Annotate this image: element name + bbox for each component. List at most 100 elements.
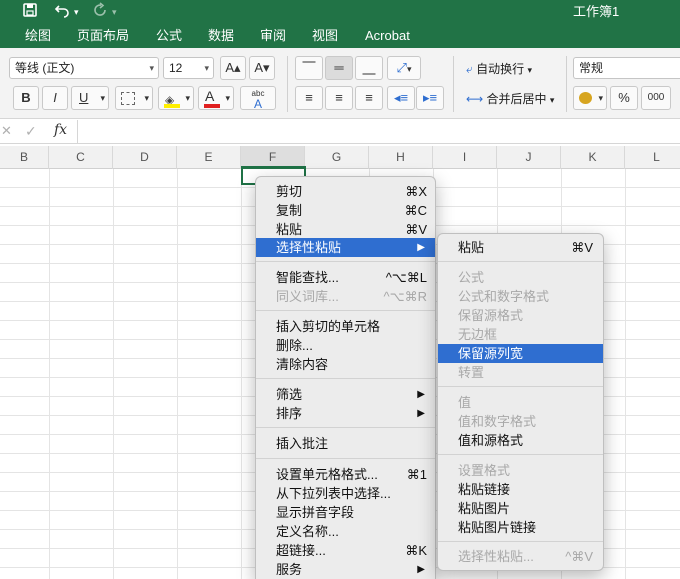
fill-color-button[interactable]: ◈ ▾ [158, 86, 194, 110]
font-color-button[interactable]: A ▾ [198, 86, 234, 110]
column-header[interactable]: I [433, 146, 497, 169]
decrease-indent-button[interactable]: ◂≡ [387, 86, 415, 110]
menu-item-show-phonetic[interactable]: 显示拼音字段 [256, 503, 435, 522]
menu-item-label: 超链接... [276, 543, 326, 558]
align-center-button[interactable]: ≡ [325, 86, 353, 110]
undo-icon[interactable] [54, 2, 70, 24]
menu-item-cut[interactable]: 剪切 ⌘X [256, 182, 435, 201]
submenu-item-paste-link[interactable]: 粘贴链接 [438, 480, 603, 499]
menu-item-label: 粘贴图片 [458, 501, 511, 516]
submenu-item-paste-picture[interactable]: 粘贴图片 [438, 499, 603, 518]
tab-draw[interactable]: 绘图 [25, 27, 51, 45]
save-icon[interactable] [22, 2, 38, 24]
tab-data[interactable]: 数据 [208, 27, 234, 45]
submenu-arrow-icon: ▶ [417, 564, 425, 575]
menu-item-define-name[interactable]: 定义名称... [256, 522, 435, 541]
function-icon[interactable]: fx [54, 122, 67, 138]
column-header[interactable]: G [305, 146, 369, 169]
font-name-select[interactable]: 等线 (正文) ▾ [9, 57, 159, 79]
submenu-item-paste[interactable]: 粘贴 ⌘V [438, 238, 603, 257]
tab-page-layout[interactable]: 页面布局 [77, 27, 129, 45]
italic-button[interactable]: I [42, 86, 68, 110]
dropdown-arrow-icon[interactable]: ▾ [74, 2, 79, 22]
align-top-button[interactable]: ⎺ [295, 56, 323, 80]
accounting-format-button[interactable]: ▾ [573, 86, 607, 110]
menu-item-label: 无边框 [458, 327, 498, 342]
chevron-down-icon: ▾ [549, 95, 555, 105]
menu-item-insert-comment[interactable]: 插入批注 [256, 434, 435, 453]
wrap-text-button[interactable]: ⤶ 自动换行 ▾ [466, 61, 532, 78]
column-header[interactable]: L [625, 146, 680, 169]
menu-item-services[interactable]: 服务 ▶ [256, 560, 435, 579]
shortcut-label: ⌘V [571, 240, 593, 255]
menu-item-label: 筛选 [276, 387, 303, 402]
menu-item-filter[interactable]: 筛选 ▶ [256, 385, 435, 404]
submenu-item-paste-picture-link[interactable]: 粘贴图片链接 [438, 518, 603, 537]
orientation-button[interactable]: ⤢▾ [387, 56, 421, 80]
ribbon-separator [566, 56, 567, 112]
submenu-item-formatting: 设置格式 [438, 461, 603, 480]
column-header[interactable]: E [177, 146, 241, 169]
menu-item-format-cells[interactable]: 设置单元格格式... ⌘1 [256, 465, 435, 484]
wrap-text-label: 自动换行 [476, 62, 525, 76]
shrink-font-button[interactable]: A▾ [249, 56, 275, 80]
menu-item-label: 保留源列宽 [458, 346, 524, 361]
tab-formulas[interactable]: 公式 [156, 27, 182, 45]
column-header[interactable]: C [49, 146, 113, 169]
ribbon-separator [453, 56, 454, 112]
menu-separator [438, 454, 603, 455]
menu-item-label: 粘贴图片链接 [458, 520, 537, 535]
confirm-icon[interactable]: ✓ [25, 123, 37, 140]
menu-item-hyperlink[interactable]: 超链接... ⌘K [256, 541, 435, 560]
number-format-select[interactable]: 常规 [573, 57, 680, 79]
borders-button[interactable]: ▾ [115, 86, 153, 110]
menu-separator [256, 310, 435, 311]
menu-separator [256, 261, 435, 262]
menu-item-clear-contents[interactable]: 清除内容 [256, 355, 435, 374]
align-bottom-icon: ⎽ [362, 60, 376, 75]
comma-style-button[interactable]: 000 [641, 86, 671, 110]
shortcut-label: ⌘K [405, 543, 427, 558]
menu-item-pick-from-list[interactable]: 从下拉列表中选择... [256, 484, 435, 503]
font-size-select[interactable]: 12 ▾ [163, 57, 214, 79]
underline-button[interactable]: U ▾ [71, 86, 109, 110]
submenu-item-values-source-format[interactable]: 值和源格式 [438, 431, 603, 450]
font-size-value: 12 [169, 61, 183, 75]
merge-center-button[interactable]: ⟷ 合并后居中 ▾ [466, 91, 554, 108]
menu-item-label: 设置单元格格式... [276, 467, 378, 482]
increase-indent-button[interactable]: ▸≡ [416, 86, 444, 110]
menu-item-paste-special[interactable]: 选择性粘贴 ▶ [256, 238, 435, 257]
align-bottom-button[interactable]: ⎽ [355, 56, 383, 80]
formula-input[interactable] [77, 120, 680, 143]
tab-acrobat[interactable]: Acrobat [365, 27, 410, 45]
italic-label: I [53, 90, 57, 105]
phonetic-button[interactable]: abc A [240, 86, 276, 110]
grow-font-button[interactable]: A▴ [220, 56, 246, 80]
percent-button[interactable]: % [610, 86, 638, 110]
tab-view[interactable]: 视图 [312, 27, 338, 45]
menu-separator [256, 458, 435, 459]
menu-item-smart-lookup[interactable]: 智能查找... ^⌥⌘L [256, 268, 435, 287]
menu-item-label: 转置 [458, 365, 485, 380]
align-middle-button[interactable]: ═ [325, 56, 353, 80]
column-header[interactable]: H [369, 146, 433, 169]
tab-review[interactable]: 审阅 [260, 27, 286, 45]
column-header[interactable]: B [0, 146, 49, 169]
column-header[interactable]: J [497, 146, 561, 169]
menu-item-label: 从下拉列表中选择... [276, 486, 391, 501]
menu-item-copy[interactable]: 复制 ⌘C [256, 201, 435, 220]
column-header[interactable]: K [561, 146, 625, 169]
bold-button[interactable]: B [13, 86, 39, 110]
menu-item-sort[interactable]: 排序 ▶ [256, 404, 435, 423]
column-header[interactable]: D [113, 146, 177, 169]
menu-item-paste[interactable]: 粘贴 ⌘V [256, 220, 435, 239]
align-left-button[interactable]: ≡ [295, 86, 323, 110]
align-right-button[interactable]: ≡ [355, 86, 383, 110]
menu-separator [438, 386, 603, 387]
submenu-item-keep-source-column-widths[interactable]: 保留源列宽 [438, 344, 603, 363]
menu-item-insert-cut-cells[interactable]: 插入剪切的单元格 [256, 317, 435, 336]
menu-item-delete[interactable]: 删除... [256, 336, 435, 355]
cancel-icon[interactable]: ✕ [1, 123, 12, 139]
window-title: 工作簿1 [573, 4, 620, 19]
formula-bar: ✕ ✓ fx [0, 120, 680, 144]
